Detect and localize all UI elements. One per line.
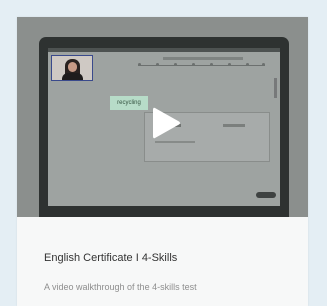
screen-next-button	[256, 192, 276, 198]
side-scroll	[274, 78, 277, 98]
play-button[interactable]	[151, 106, 181, 140]
video-card[interactable]: recycling English Certificate I 4-Skills…	[17, 17, 308, 306]
screen-topbar	[48, 48, 280, 52]
progress-label	[163, 57, 243, 60]
play-icon	[153, 107, 180, 139]
webcam-preview	[51, 55, 93, 81]
word-chip: recycling	[110, 96, 148, 110]
progress-track	[138, 63, 265, 66]
card-description: A video walkthrough of the 4-skills test	[44, 282, 197, 292]
video-thumbnail[interactable]: recycling	[17, 17, 308, 217]
card-title[interactable]: English Certificate I 4-Skills	[44, 252, 177, 264]
